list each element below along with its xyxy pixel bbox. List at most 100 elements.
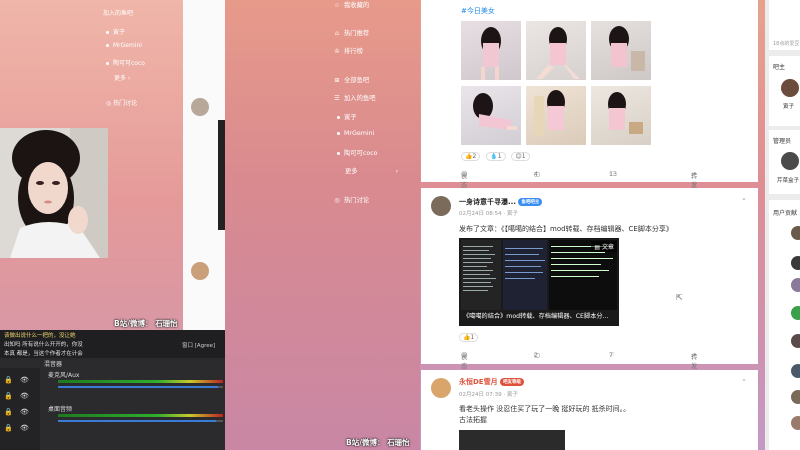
contributors-card: 用户贡献 — [769, 200, 800, 450]
lock-icon[interactable]: 🔒 — [4, 392, 13, 400]
article-thumbnail[interactable]: ▤ 文章 《噶噶的结合》mod转载、存档编辑器、CE脚本分... — [459, 238, 619, 326]
mouse-cursor-icon: ⇱ — [676, 293, 683, 302]
sidebar-item-hot[interactable]: ⌂ 热门推荐 — [333, 28, 369, 37]
post-card: 永恒DE雪月 吧友等级 02月24日 07:39 · 寅子 ⌄ 看老头操作 没忍… — [421, 370, 758, 450]
post-photo[interactable] — [461, 86, 521, 145]
topic-tag[interactable]: #今日美女 — [461, 6, 495, 16]
bg-nav-item[interactable]: 加入的鱼吧 — [103, 8, 133, 17]
avatar[interactable] — [431, 378, 451, 398]
obs-panel: 该做出说什么一把的，没让她 出知吗 所有说什么开开的，你没 本真 都是，当这个作… — [0, 330, 225, 450]
reaction-chip[interactable]: 😊1 — [511, 152, 530, 161]
post-time: 02月24日 07:39 · 寅子 — [459, 392, 518, 398]
post-actions: ☺ 表态 ▢ 4 ♡ 13 ↗ 转发 — [461, 171, 698, 189]
admin-name[interactable]: 芹菜盒子 — [777, 176, 799, 184]
eye-icon[interactable]: 👁 — [20, 408, 29, 416]
user-badge: 吧友等级 — [500, 378, 525, 386]
sidebar-nav: ☆ 我收藏的 ⌂ 热门推荐 ♔ 排行榜 ⊞ 全部鱼吧 ☰ 加入的鱼吧 寅子 MrGemin… — [225, 0, 420, 450]
avatar[interactable] — [791, 256, 800, 270]
avatar[interactable] — [791, 416, 800, 430]
sidebar-item-discussion[interactable]: ◎ 热门讨论 — [333, 195, 369, 204]
sidebar-item-coco[interactable]: 陶可可coco — [337, 148, 378, 157]
desktop-meter — [58, 414, 223, 417]
desktop-volume-slider[interactable] — [58, 420, 223, 422]
sidebar-item-yinzi[interactable]: 寅子 — [337, 112, 357, 121]
bg-nav-item[interactable]: 更多 › — [114, 73, 130, 82]
window-capture-label: 窗口 [Agree] — [182, 343, 216, 349]
chevron-right-icon: › — [127, 75, 131, 82]
bg-nav-item[interactable]: MrGemini — [106, 42, 142, 49]
source-mic-label: 麦克风/Aux — [48, 372, 80, 379]
chat-icon: ◎ — [334, 197, 340, 204]
post-image[interactable] — [459, 430, 565, 450]
chevron-down-icon[interactable]: ⌄ — [741, 194, 747, 202]
avatar[interactable] — [781, 79, 799, 97]
chat-line: 该做出说什么一把的，没让她 — [4, 333, 76, 339]
ranking-icon: ♔ — [334, 48, 340, 55]
username[interactable]: 一身诗意千寻瀑... 鱼吧吧主 — [459, 197, 543, 207]
sidebar-item-joined[interactable]: ☰ 加入的鱼吧 — [333, 93, 375, 102]
source-desktop-label: 桌面音频 — [48, 406, 73, 413]
chevron-right-icon: › — [395, 168, 399, 175]
chevron-down-icon[interactable]: ⌄ — [741, 375, 747, 383]
admin-title: 管理员 — [773, 138, 792, 145]
eye-icon[interactable]: 👁 — [20, 392, 29, 400]
eye-icon[interactable]: 👁 — [20, 376, 29, 384]
avatar[interactable] — [791, 226, 800, 240]
stream-watermark: B站/微博： 石珊怡 — [114, 319, 178, 328]
flame-icon: 💧 — [490, 153, 498, 160]
post-photo[interactable] — [591, 21, 651, 80]
avatar — [191, 98, 209, 116]
avatar[interactable] — [431, 196, 451, 216]
chat-line: 出知吗 所有说什么开开的，你没 — [4, 342, 83, 348]
right-sidebar: 18点的爱豆 吧主 寅子 管理员 芹菜盒子 用户贡献 — [765, 0, 800, 450]
sidebar-item-ranking[interactable]: ♔ 排行榜 — [333, 46, 363, 55]
post-text: 看老头操作 没忍住买了玩了一晚 挺好玩的 抵杀时间。。 — [459, 405, 631, 413]
avatar[interactable] — [791, 306, 800, 320]
admin-card: 管理员 芹菜盒子 — [769, 130, 800, 194]
sidebar-item-favorites[interactable]: ☆ 我收藏的 — [333, 0, 369, 9]
sidebar-item-more[interactable]: 更多 › — [345, 166, 398, 175]
post-photo[interactable] — [526, 21, 586, 80]
streamer-video — [0, 128, 108, 258]
reaction-bar: 👍1 — [459, 333, 479, 342]
info-text: 18点的爱豆 — [773, 41, 800, 47]
avatar[interactable] — [791, 334, 800, 348]
lock-icon[interactable]: 🔒 — [4, 408, 13, 416]
contributors-title: 用户贡献 — [773, 210, 798, 217]
post-photo[interactable] — [526, 86, 586, 145]
post-text: 发布了文章：《【噶噶的结合】mod转载、存档编辑器、CE脚本分享》 — [459, 225, 673, 233]
chat-line: 本真 都是，当这个作者才在计会 — [4, 351, 83, 357]
lock-icon[interactable]: 🔒 — [4, 424, 13, 432]
lock-icon[interactable]: 🔒 — [4, 376, 13, 384]
mic-meter — [58, 380, 223, 383]
post-card: 一身诗意千寻瀑... 鱼吧吧主 02月24日 08:54 · 寅子 ⌄ 发布了文… — [421, 188, 758, 370]
moderator-name[interactable]: 寅子 — [783, 102, 794, 110]
main-window: ☆ 我收藏的 ⌂ 热门推荐 ♔ 排行榜 ⊞ 全部鱼吧 ☰ 加入的鱼吧 寅子 MrGemin… — [225, 0, 765, 450]
avatar[interactable] — [781, 152, 799, 170]
feed: #今日美女 👍2 💧1 😊1 ☺ 表态 ▢ 4 ♡ 13 ↗ 转发 一身诗意千寻… — [421, 0, 758, 450]
list-icon: ☰ — [334, 95, 340, 102]
mic-volume-slider[interactable] — [58, 386, 223, 388]
star-icon: ☆ — [334, 2, 340, 9]
bg-nav-item[interactable]: 寅子 — [106, 27, 125, 36]
webcam-feed — [0, 128, 108, 258]
bg-nav-item[interactable]: 陶可可coco — [106, 58, 145, 67]
avatar[interactable] — [791, 278, 800, 292]
post-card: #今日美女 👍2 💧1 😊1 ☺ 表态 ▢ 4 ♡ 13 ↗ 转发 — [421, 0, 758, 189]
post-photo[interactable] — [591, 86, 651, 145]
document-icon: ▤ — [594, 244, 601, 251]
sidebar-item-all[interactable]: ⊞ 全部鱼吧 — [333, 75, 369, 84]
reaction-chip[interactable]: 👍1 — [459, 333, 479, 342]
audio-mixer: 混音器 🔒 👁 🔒 👁 🔒 👁 🔒 👁 麦克风/Aux 桌面音频 — [0, 360, 225, 450]
reaction-chip[interactable]: 👍2 — [461, 152, 481, 161]
post-time: 02月24日 08:54 · 寅子 — [459, 211, 518, 217]
sidebar-item-mrgemini[interactable]: MrGemini — [337, 130, 374, 137]
eye-icon[interactable]: 👁 — [20, 424, 29, 432]
username[interactable]: 永恒DE雪月 吧友等级 — [459, 377, 525, 387]
avatar[interactable] — [791, 390, 800, 404]
user-badge: 鱼吧吧主 — [518, 198, 543, 206]
bg-nav-item[interactable]: ◎ 热门讨论 — [106, 98, 137, 107]
avatar[interactable] — [791, 364, 800, 378]
reaction-chip[interactable]: 💧1 — [486, 152, 506, 161]
post-photo[interactable] — [461, 21, 521, 80]
